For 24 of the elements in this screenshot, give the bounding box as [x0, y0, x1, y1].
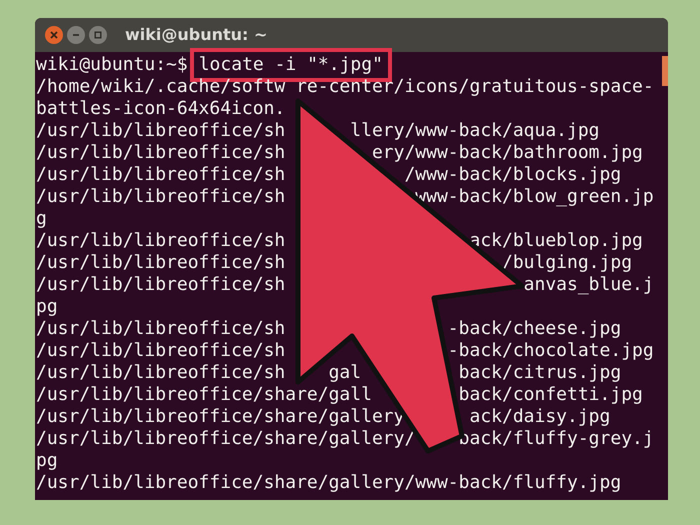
output-line: /usr/lib/libreoffice/sh ery/www-back/bathroom.jpg: [36, 142, 643, 164]
output-line: /usr/lib/libreoffice/sh llery/www-back/aqua.jpg: [36, 120, 600, 142]
output-line: /usr/lib/libreoffice/share/gallery/ back/fluffy-grey.j: [36, 428, 654, 450]
shell-prompt: wiki@ubuntu:~$: [36, 54, 188, 76]
scrollbar: [662, 56, 668, 86]
output-line: /usr/lib/libreoffice/sh gal back/citrus.jpg: [36, 362, 622, 384]
output-line: pg: [36, 296, 58, 318]
output-line: /usr/lib/libreoffice/sh -back/chocolate.jpg: [36, 340, 654, 362]
output-line: /usr/lib/libreoffice/share/gallery/www-back/fluffy.jpg: [36, 472, 622, 494]
output-line: /usr/lib/libreoffice/share/gallery ack/daisy.jpg: [36, 406, 610, 428]
output-line: /usr/lib/libreoffice/sh www-back/blow_green.jp: [36, 186, 654, 208]
window-title: wiki@ubuntu: ~: [125, 24, 268, 46]
output-line: g: [36, 208, 47, 230]
output-line: /usr/lib/libreoffice/share/gall back/confetti.jpg: [36, 384, 643, 406]
output-line: /usr/lib/libreoffice/sh anvas_blue.j: [36, 274, 654, 296]
minimize-button[interactable]: [67, 26, 85, 44]
output-line: battles-icon-64x64icon.: [36, 98, 286, 120]
output-line: /usr/lib/libreoffice/sh /www-back/blocks.jpg: [36, 164, 622, 186]
maximize-button[interactable]: [89, 26, 107, 44]
output-line: /usr/lib/libreoffice/sh ack/blueblop.jpg: [36, 230, 643, 252]
close-button[interactable]: [45, 26, 63, 44]
output-line: /usr/lib/libreoffice/sh -back/cheese.jpg: [36, 318, 622, 340]
output-line: /usr/lib/libreoffice/sh /bulging.jpg: [36, 252, 632, 274]
output-line: pg: [36, 450, 58, 472]
